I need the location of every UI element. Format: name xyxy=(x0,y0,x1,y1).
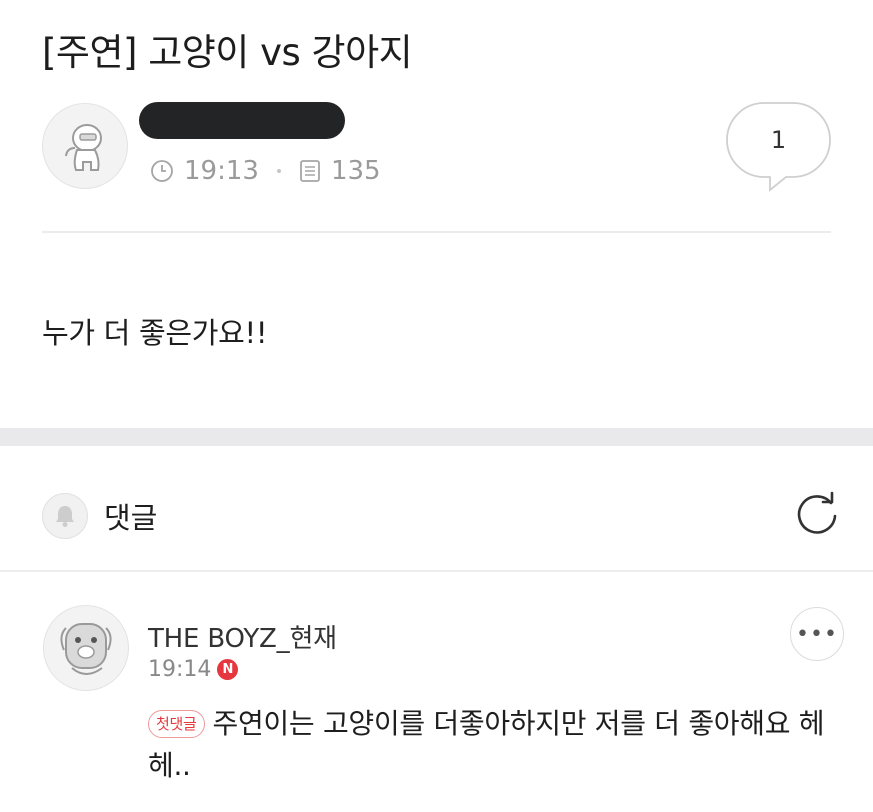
post-author-avatar[interactable] xyxy=(42,103,128,189)
post-views: 135 xyxy=(330,156,381,186)
comment-time-row: 19:14 N xyxy=(148,657,239,682)
dog-avatar-icon xyxy=(60,623,112,675)
comment-notification-button[interactable] xyxy=(42,493,88,539)
meta-separator-dot xyxy=(276,169,281,173)
comment-time: 19:14 xyxy=(148,657,212,682)
new-badge: N xyxy=(217,659,239,680)
refresh-icon[interactable] xyxy=(793,490,841,538)
section-separator xyxy=(0,428,873,446)
comment-more-button[interactable]: ••• xyxy=(790,607,844,661)
document-icon xyxy=(300,160,320,182)
post-body: 누가 더 좋은가요!! xyxy=(42,316,268,350)
post-time: 19:13 xyxy=(184,156,259,186)
post-meta: 19:13 135 xyxy=(150,156,381,186)
post-title: [주연] 고양이 vs 강아지 xyxy=(42,31,413,74)
comment-text: 주연이는 고양이를 더좋아하지만 저를 더 좋아해요 헤헤.. xyxy=(148,707,825,782)
comment-author-name[interactable]: THE BOYZ_현재 xyxy=(148,618,337,655)
comments-divider xyxy=(0,570,873,572)
clock-icon xyxy=(151,160,173,182)
header-divider xyxy=(42,231,831,233)
redacted-author-name xyxy=(139,102,345,139)
comment-body: 첫댓글 주연이는 고양이를 더좋아하지만 저를 더 좋아해요 헤헤.. xyxy=(148,703,838,787)
comment-count: 1 xyxy=(770,125,787,154)
comment-author-avatar[interactable] xyxy=(43,605,129,691)
more-dots-icon: ••• xyxy=(796,621,838,647)
character-avatar-icon xyxy=(65,124,102,171)
first-comment-badge: 첫댓글 xyxy=(148,710,205,738)
comments-section-title: 댓글 xyxy=(104,501,158,535)
bell-icon xyxy=(56,506,74,527)
